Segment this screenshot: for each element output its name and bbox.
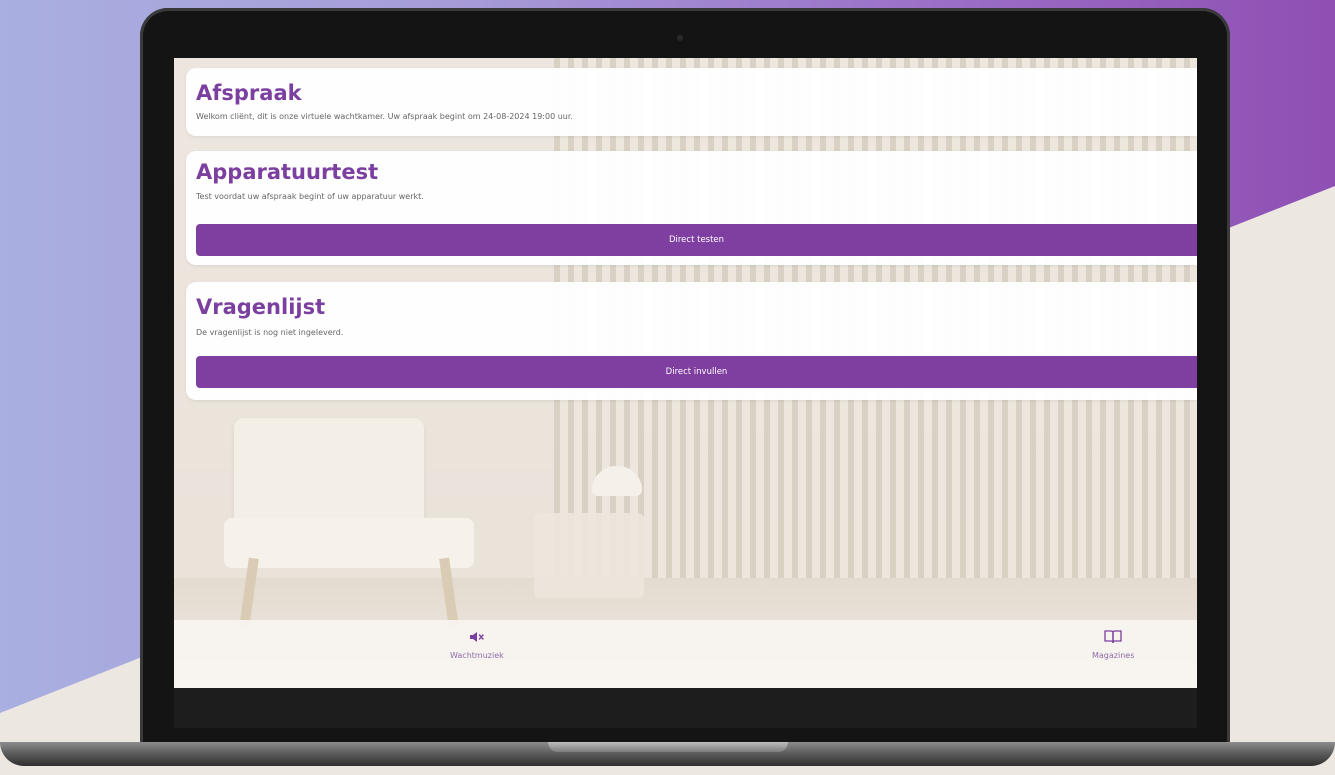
appointment-title: Afspraak — [196, 81, 302, 105]
questionnaire-title: Vragenlijst — [196, 295, 326, 319]
app-screen: Afspraak Welkom cliënt, dit is onze virt… — [174, 58, 1197, 688]
device-test-text: Test voordat uw afspraak begint of uw ap… — [196, 192, 424, 201]
device-test-title: Apparatuurtest — [196, 160, 379, 184]
laptop-camera — [677, 35, 683, 41]
test-now-button[interactable]: Direct testen — [196, 224, 1197, 256]
waiting-music-toggle[interactable]: Wachtmuziek — [450, 628, 504, 660]
background-side-table — [534, 513, 644, 598]
questionnaire-card: Vragenlijst De vragenlijst is nog niet i… — [186, 282, 1197, 400]
magazines-label: Magazines — [1092, 651, 1135, 660]
waiting-music-label: Wachtmuziek — [450, 651, 504, 660]
background-chair — [214, 418, 534, 629]
appointment-card: Afspraak Welkom cliënt, dit is onze virt… — [186, 68, 1197, 136]
laptop-notch — [548, 742, 788, 752]
fill-in-now-button[interactable]: Direct invullen — [196, 356, 1197, 388]
open-book-icon — [1104, 628, 1122, 646]
questionnaire-text: De vragenlijst is nog niet ingeleverd. — [196, 328, 344, 337]
laptop-bezel — [174, 688, 1197, 728]
device-test-card: Apparatuurtest Test voordat uw afspraak … — [186, 151, 1197, 265]
speaker-muted-icon — [468, 628, 486, 646]
magazines-button[interactable]: Magazines — [1092, 628, 1134, 660]
bottom-toolbar: Wachtmuziek Magazines — [174, 620, 1197, 688]
appointment-text: Welkom cliënt, dit is onze virtuele wach… — [196, 112, 573, 121]
